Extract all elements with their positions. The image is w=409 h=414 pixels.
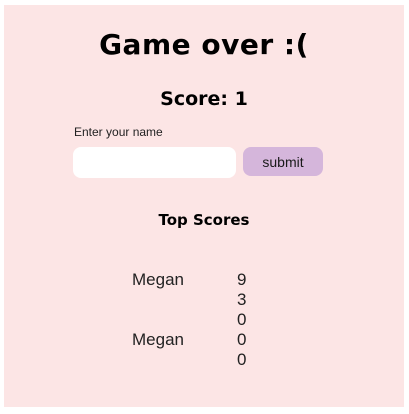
name-input[interactable] bbox=[73, 147, 236, 178]
score-entry-value: 3 bbox=[237, 290, 247, 309]
score-entry-value: 9 bbox=[237, 270, 247, 289]
score-entry-name: Megan bbox=[132, 270, 184, 289]
score-entry-name: Megan bbox=[132, 330, 184, 349]
submit-button[interactable]: submit bbox=[243, 147, 323, 176]
page-title: Game over :( bbox=[99, 28, 309, 61]
game-over-panel: Game over :( Score: 1 Enter your name su… bbox=[4, 5, 404, 407]
score-row: 0 bbox=[4, 350, 404, 370]
scores-list: Megan 9 3 0 Megan 0 0 bbox=[4, 270, 404, 370]
score-row: 3 bbox=[4, 290, 404, 310]
score-row: Megan 9 bbox=[4, 270, 404, 290]
score-entry-value: 0 bbox=[237, 330, 247, 349]
top-scores-title: Top Scores bbox=[158, 211, 250, 229]
score-row: Megan 0 bbox=[4, 330, 404, 350]
score-row: 0 bbox=[4, 310, 404, 330]
score-entry-value: 0 bbox=[237, 350, 247, 369]
score-entry-value: 0 bbox=[237, 310, 247, 329]
score-display: Score: 1 bbox=[160, 88, 248, 110]
name-label: Enter your name bbox=[74, 125, 163, 139]
